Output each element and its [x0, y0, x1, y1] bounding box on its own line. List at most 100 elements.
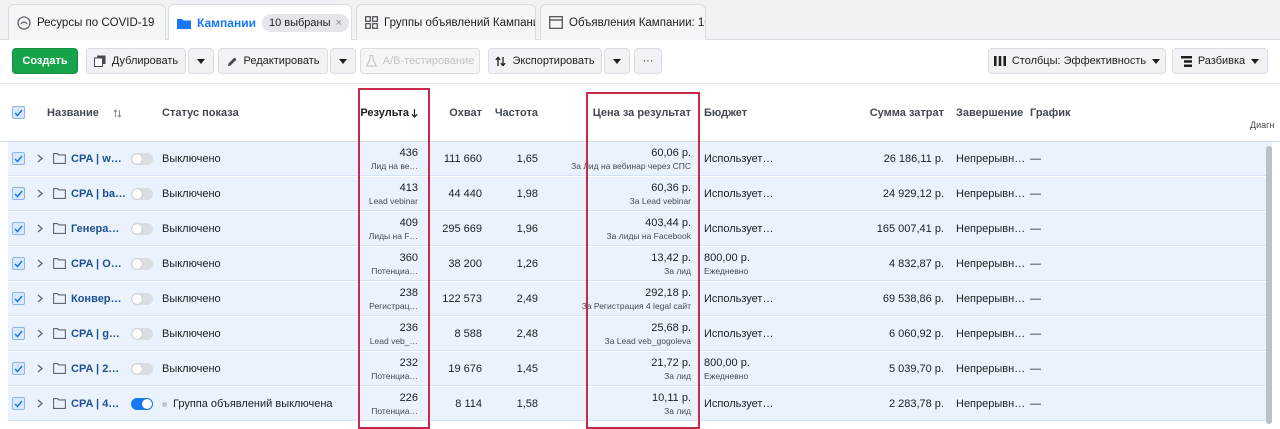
campaign-toggle[interactable] [131, 328, 153, 340]
campaign-name-link[interactable]: Генера… [71, 212, 127, 246]
tab-ad-sets[interactable]: Группы объявлений Кампани… [356, 4, 536, 40]
frequency-value: 2,49 [516, 293, 538, 305]
row-checkbox[interactable] [12, 327, 25, 340]
tab-campaigns[interactable]: Кампании 10 выбраны × [168, 4, 352, 41]
budget-cell: Использует… [704, 177, 814, 211]
campaign-name-link[interactable]: CPA | 4… [71, 387, 127, 421]
campaign-toggle[interactable] [131, 153, 153, 165]
cost-type: За Lead veb_gogoleva [604, 336, 691, 346]
edit-button[interactable]: Редактировать [218, 48, 328, 74]
status-text: Выключено [162, 223, 221, 235]
ad-window-icon [549, 16, 563, 29]
ends-value: Непрерывн… [956, 153, 1026, 165]
results-cell: 236 Lead veb_… [360, 317, 418, 351]
campaign-toggle[interactable] [131, 363, 153, 375]
table-row[interactable]: CPA | 2… Выключено 232 Потенциа… 19 676 1,45 2… [8, 352, 1272, 386]
ends-cell: Непрерывн… [956, 387, 1028, 421]
campaign-toggle[interactable] [131, 188, 153, 200]
col-header-ends[interactable]: Завершение [956, 84, 1023, 142]
sort-icon[interactable] [113, 108, 122, 118]
columns-button[interactable]: Столбцы: Эффективность [988, 48, 1166, 74]
campaign-toggle[interactable] [131, 293, 153, 305]
delivery-status: Выключено [162, 142, 362, 176]
col-header-name[interactable]: Название [47, 84, 122, 142]
col-name-label: Название [47, 107, 99, 119]
results-cell: 226 Потенциа… [360, 387, 418, 421]
chevron-right-icon[interactable] [37, 294, 43, 303]
chevron-right-icon[interactable] [37, 259, 43, 268]
table-row[interactable]: CPA | ba… Выключено 413 Lead vebinar 44 440 1… [8, 177, 1272, 211]
export-button[interactable]: Экспортировать [488, 48, 602, 74]
status-text: Выключено [162, 293, 221, 305]
ends-cell: Непрерывн… [956, 177, 1028, 211]
delivery-status: Выключено [162, 212, 362, 246]
cost-type: За Регистрация 4 legal сайт [581, 301, 691, 311]
campaign-toggle[interactable] [131, 223, 153, 235]
reach-value: 8 588 [454, 328, 482, 340]
tab-covid-resources[interactable]: Ресурсы по COVID-19 [8, 4, 166, 40]
col-header-amount-spent[interactable]: Сумма затрат [860, 84, 944, 142]
chevron-right-icon[interactable] [37, 154, 43, 163]
table-row[interactable]: CPA | 4… Группа объявлений выключена 226 По… [8, 387, 1272, 421]
col-header-budget[interactable]: Бюджет [704, 84, 747, 142]
campaign-name-link[interactable]: CPA | 2… [71, 352, 127, 386]
campaign-name-link[interactable]: Конвер… [71, 282, 127, 316]
campaign-toggle[interactable] [131, 258, 153, 270]
table-row[interactable]: Генера… Выключено 409 Лиды на F… 295 669 1,96… [8, 212, 1272, 246]
spent-value: 69 538,86 р. [882, 293, 944, 305]
chevron-right-icon[interactable] [37, 399, 43, 408]
chevron-right-icon[interactable] [37, 364, 43, 373]
chevron-down-icon [613, 58, 621, 64]
results-cell: 409 Лиды на F… [360, 212, 418, 246]
col-header-status[interactable]: Статус показа [162, 84, 239, 142]
chevron-right-icon[interactable] [37, 189, 43, 198]
row-checkbox[interactable] [12, 187, 25, 200]
table-row[interactable]: CPA | w… Выключено 436 Лид на ве… 111 660 1,6… [8, 142, 1272, 176]
campaign-name-link[interactable]: CPA | w… [71, 142, 127, 176]
col-header-cost-per-result[interactable]: Цена за результат [590, 84, 691, 142]
results-cell: 232 Потенциа… [360, 352, 418, 386]
col-header-frequency[interactable]: Частота [486, 84, 538, 142]
select-all-checkbox[interactable] [12, 106, 25, 119]
table-row[interactable]: CPA | g… Выключено 236 Lead veb_… 8 588 2,48 2… [8, 317, 1272, 351]
budget-cell: 800,00 р. Ежедневно [704, 247, 814, 281]
budget-cell: 800,00 р. Ежедневно [704, 352, 814, 386]
ab-test-button[interactable]: A/B-тестирование [360, 48, 480, 74]
tab-label: Группы объявлений Кампани… [384, 16, 536, 29]
campaign-toggle[interactable] [131, 398, 153, 410]
row-checkbox[interactable] [12, 397, 25, 410]
breakdown-button[interactable]: Разбивка [1172, 48, 1268, 74]
campaign-name-link[interactable]: CPA | ba… [71, 177, 127, 211]
chevron-right-icon[interactable] [37, 224, 43, 233]
vertical-scrollbar[interactable] [1266, 146, 1272, 424]
col-header-reach[interactable]: Охват [430, 84, 482, 142]
campaign-name-link[interactable]: CPA | O… [71, 247, 127, 281]
folder-icon [177, 17, 191, 29]
frequency-value: 1,65 [516, 153, 538, 165]
budget-value: 800,00 р. [704, 357, 750, 369]
row-checkbox[interactable] [12, 222, 25, 235]
more-options-button[interactable]: ··· [634, 48, 662, 74]
status-text: Группа объявлений выключена [173, 398, 333, 410]
row-checkbox[interactable] [12, 152, 25, 165]
edit-dropdown-button[interactable] [330, 48, 356, 74]
col-header-results[interactable]: Результа [360, 84, 418, 142]
row-checkbox[interactable] [12, 292, 25, 305]
duplicate-button[interactable]: Дублировать [86, 48, 186, 74]
row-checkbox[interactable] [12, 362, 25, 375]
campaign-name-link[interactable]: CPA | g… [71, 317, 127, 351]
close-icon[interactable]: × [336, 17, 342, 29]
cost-type: За лид [664, 371, 691, 381]
col-header-schedule[interactable]: График [1030, 84, 1071, 142]
budget-period: Ежедневно [704, 371, 749, 381]
table-row[interactable]: Конвер… Выключено 238 Регистрац… 122 573 2,49… [8, 282, 1272, 316]
export-dropdown-button[interactable] [604, 48, 630, 74]
budget-cell: Использует… [704, 317, 814, 351]
duplicate-dropdown-button[interactable] [188, 48, 214, 74]
results-cell: 238 Регистрац… [360, 282, 418, 316]
create-button[interactable]: Создать [12, 48, 78, 74]
tab-ads[interactable]: Объявления Кампании: 10 [540, 4, 706, 40]
table-row[interactable]: CPA | O… Выключено 360 Потенциа… 38 200 1,26 1… [8, 247, 1272, 281]
chevron-right-icon[interactable] [37, 329, 43, 338]
row-checkbox[interactable] [12, 257, 25, 270]
